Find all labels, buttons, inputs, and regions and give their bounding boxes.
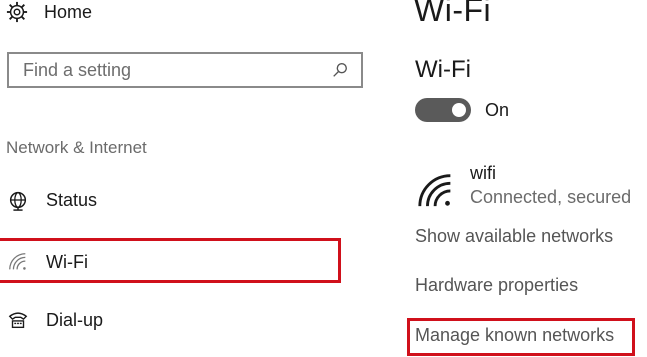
hardware-properties-link[interactable]: Hardware properties [415, 275, 578, 296]
toggle-state-label: On [485, 100, 510, 120]
section-heading: Wi-Fi [415, 56, 471, 83]
sidebar-item-label: Wi-Fi [46, 251, 88, 272]
home-nav-item[interactable]: Home [6, 0, 92, 24]
search-placeholder: Find a setting [23, 59, 132, 80]
section-title: Network & Internet [6, 138, 147, 157]
search-input[interactable]: Find a setting [7, 52, 363, 88]
gear-icon [6, 1, 28, 23]
show-available-networks-link[interactable]: Show available networks [415, 226, 613, 247]
wifi-toggle[interactable] [415, 98, 471, 122]
manage-known-networks-link[interactable]: Manage known networks [415, 325, 614, 346]
network-name: wifi [470, 163, 496, 183]
sidebar-item-status[interactable]: Status [6, 180, 97, 220]
dialup-icon [6, 308, 30, 332]
network-status: Connected, secured [470, 187, 632, 207]
sidebar-item-label: Status [46, 189, 98, 210]
network-list-item[interactable]: wifi Connected, secured [416, 162, 631, 210]
page-title: Wi-Fi [414, 0, 492, 28]
wifi-icon [6, 250, 30, 274]
search-icon [333, 63, 347, 77]
wifi-signal-icon [418, 174, 451, 207]
home-label: Home [44, 1, 93, 22]
globe-icon [6, 188, 30, 212]
sidebar-item-wifi[interactable]: Wi-Fi [6, 242, 88, 282]
sidebar-item-dialup[interactable]: Dial-up [6, 300, 103, 340]
toggle-knob [452, 103, 466, 117]
sidebar-item-label: Dial-up [46, 309, 104, 330]
